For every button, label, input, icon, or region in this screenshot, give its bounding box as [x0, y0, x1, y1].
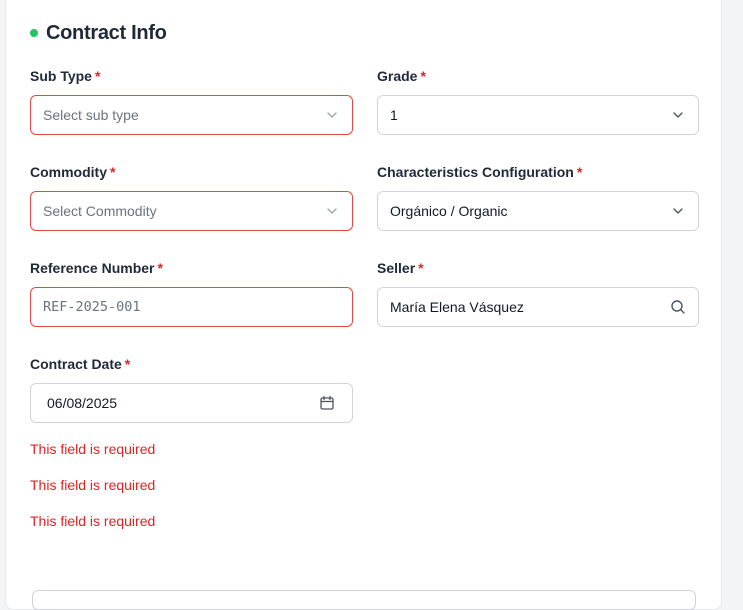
contract-date-label-text: Contract Date — [30, 356, 122, 372]
sub-type-label: Sub Type * — [30, 67, 100, 85]
sub-type-placeholder: Select sub type — [43, 107, 139, 123]
seller-label: Seller * — [377, 259, 424, 277]
chevron-down-icon — [658, 96, 698, 134]
next-section-box — [32, 590, 696, 610]
seller-search-input[interactable]: María Elena Vásquez — [377, 287, 699, 327]
section-title: Contract Info — [46, 21, 167, 44]
characteristics-label: Characteristics Configuration * — [377, 163, 582, 181]
grade-select[interactable]: 1 — [377, 95, 699, 135]
contract-date-value: 06/08/2025 — [47, 395, 118, 411]
search-icon[interactable] — [658, 288, 698, 326]
seller-value: María Elena Vásquez — [390, 299, 524, 315]
grade-value: 1 — [390, 107, 398, 123]
sub-type-select[interactable]: Select sub type — [30, 95, 353, 135]
required-marker: * — [124, 356, 131, 372]
commodity-label-text: Commodity — [30, 164, 107, 180]
error-message: This field is required — [30, 477, 156, 493]
required-marker: * — [94, 68, 101, 84]
reference-number-label: Reference Number * — [30, 259, 163, 277]
calendar-icon[interactable] — [302, 384, 352, 422]
contract-date-input[interactable]: 06/08/2025 — [30, 383, 353, 423]
seller-label-text: Seller — [377, 260, 416, 276]
status-dot — [30, 29, 38, 37]
reference-number-label-text: Reference Number — [30, 260, 155, 276]
required-marker: * — [420, 68, 426, 84]
required-marker: * — [576, 164, 583, 180]
required-marker: * — [110, 164, 116, 180]
commodity-select[interactable]: Select Commodity — [30, 191, 353, 231]
required-marker: * — [157, 260, 163, 276]
chevron-down-icon — [312, 192, 352, 230]
commodity-placeholder: Select Commodity — [43, 203, 157, 219]
characteristics-select[interactable]: Orgánico / Organic — [377, 191, 699, 231]
sub-type-label-text: Sub Type — [30, 68, 92, 84]
characteristics-value: Orgánico / Organic — [390, 203, 508, 219]
characteristics-label-text: Characteristics Configuration — [377, 164, 574, 180]
commodity-label: Commodity * — [30, 163, 115, 181]
error-message: This field is required — [30, 513, 156, 529]
chevron-down-icon — [312, 96, 352, 134]
error-message: This field is required — [30, 441, 156, 457]
grade-label: Grade * — [377, 67, 426, 85]
grade-label-text: Grade — [377, 68, 418, 84]
required-marker: * — [418, 260, 424, 276]
reference-number-placeholder: REF-2025-001 — [43, 299, 141, 315]
contract-date-label: Contract Date * — [30, 355, 130, 373]
section-header: Contract Info — [30, 21, 167, 45]
chevron-down-icon — [658, 192, 698, 230]
reference-number-input[interactable]: REF-2025-001 — [30, 287, 353, 327]
